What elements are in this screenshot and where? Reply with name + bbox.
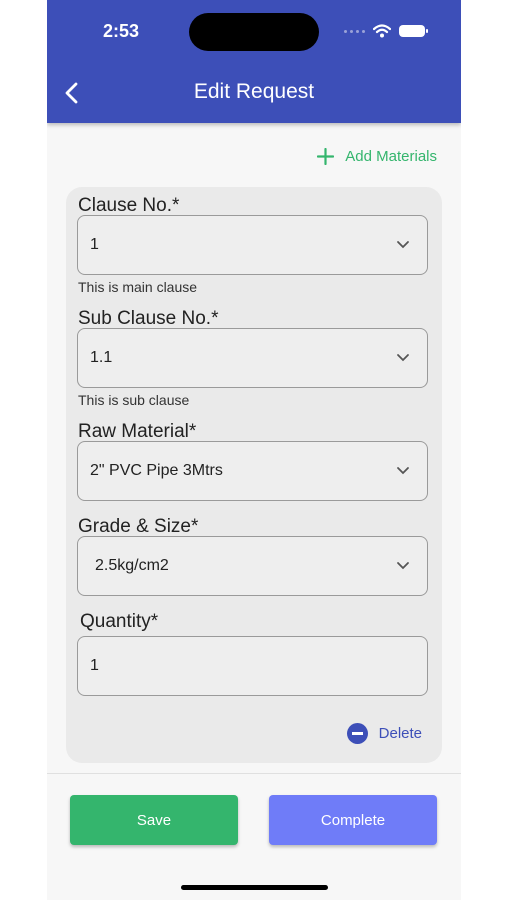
delete-button[interactable]: Delete: [346, 723, 422, 744]
add-materials-button[interactable]: Add Materials: [317, 148, 437, 165]
clause-label: Clause No.*: [78, 195, 180, 216]
raw-material-select[interactable]: 2" PVC Pipe 3Mtrs: [77, 441, 428, 501]
quantity-input[interactable]: 1: [77, 636, 428, 696]
grade-size-select[interactable]: 2.5kg/cm2: [77, 536, 428, 596]
clause-value: 1: [90, 236, 99, 253]
signal-icon: [344, 29, 365, 33]
grade-size-label: Grade & Size*: [78, 516, 199, 537]
save-button[interactable]: Save: [70, 795, 238, 845]
complete-button[interactable]: Complete: [269, 795, 437, 845]
battery-icon: [399, 25, 428, 37]
raw-material-value: 2" PVC Pipe 3Mtrs: [90, 462, 223, 479]
sub-clause-label: Sub Clause No.*: [78, 308, 219, 329]
quantity-label: Quantity*: [80, 611, 159, 632]
footer-divider: [47, 773, 461, 774]
chevron-down-icon: [397, 354, 409, 362]
screen: 2:53 Edit Request Add Materials Clause N…: [47, 0, 461, 900]
chevron-down-icon: [397, 467, 409, 475]
status-icons: [344, 24, 428, 38]
material-card: Clause No.* 1 This is main clause Sub Cl…: [66, 187, 442, 763]
wifi-icon: [373, 24, 391, 38]
app-bar: 2:53 Edit Request: [47, 0, 461, 123]
grade-size-value: 2.5kg/cm2: [95, 557, 169, 574]
quantity-value: 1: [90, 657, 99, 674]
clause-helper: This is main clause: [78, 279, 198, 295]
clause-select[interactable]: 1: [77, 215, 428, 275]
dynamic-island: [189, 13, 319, 51]
plus-icon: [317, 148, 335, 165]
raw-material-label: Raw Material*: [78, 421, 197, 442]
chevron-down-icon: [397, 562, 409, 570]
home-indicator: [181, 885, 328, 890]
delete-label: Delete: [378, 725, 422, 742]
chevron-down-icon: [397, 241, 409, 249]
page-title: Edit Request: [193, 80, 315, 103]
sub-clause-helper: This is sub clause: [78, 392, 190, 408]
status-time: 2:53: [103, 21, 140, 41]
minus-circle-icon: [346, 723, 368, 744]
sub-clause-value: 1.1: [90, 349, 113, 366]
sub-clause-select[interactable]: 1.1: [77, 328, 428, 388]
add-materials-label: Add Materials: [345, 148, 437, 165]
